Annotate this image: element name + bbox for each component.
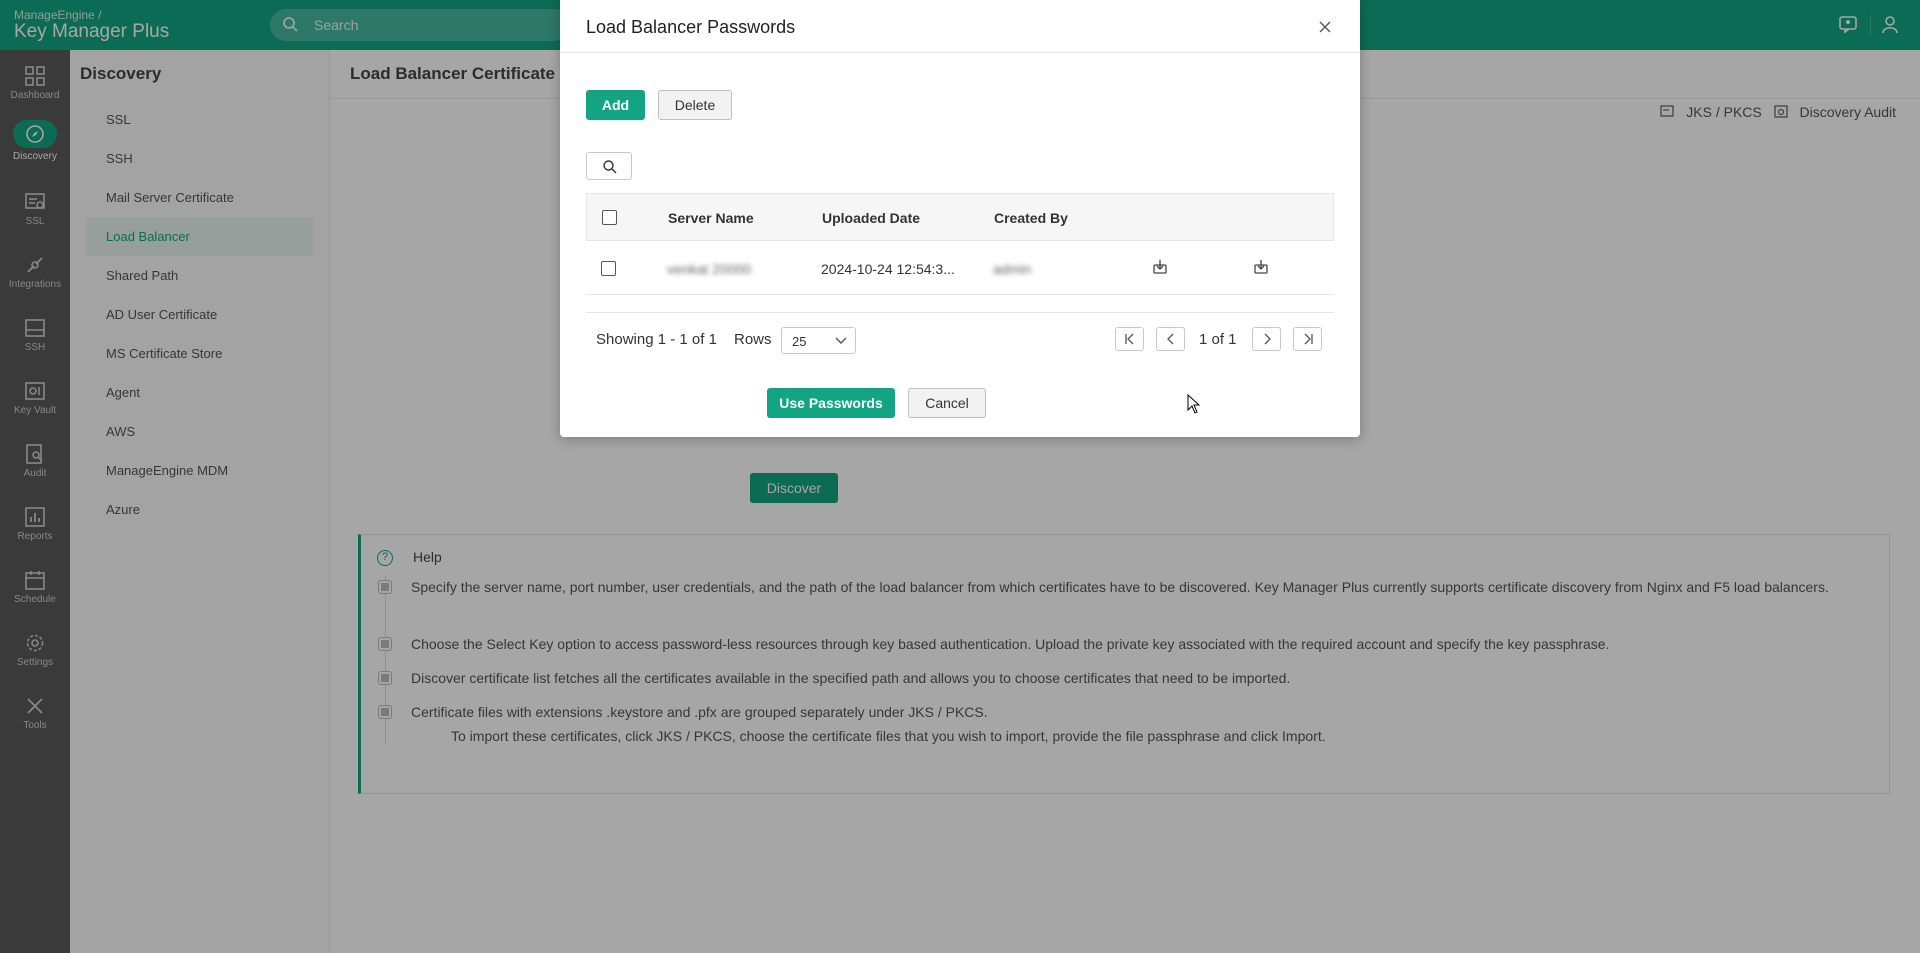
last-page-icon [1304,333,1313,345]
uploaded-date-cell: 2024-10-24 12:54:3... [821,261,955,277]
dialog-header: Load Balancer Passwords [560,0,1360,53]
select-all-checkbox[interactable] [602,210,617,225]
rows-label: Rows [734,331,772,348]
add-button[interactable]: Add [586,90,645,120]
table-footer-divider [586,312,1334,313]
server-name-cell: venkat 20000 [667,261,752,277]
last-page-button[interactable] [1293,327,1322,351]
row-checkbox[interactable] [601,261,616,276]
page-indicator: 1 of 1 [1199,331,1237,348]
created-by-cell: admin [993,261,1032,277]
first-page-button[interactable] [1115,327,1144,351]
passwords-table: Server Name Uploaded Date Created By ven… [586,193,1334,295]
search-icon [603,160,617,174]
rows-per-page-value: 25 [792,334,807,349]
column-server-name[interactable]: Server Name [668,210,754,226]
column-uploaded-date[interactable]: Uploaded Date [822,210,920,226]
previous-page-button[interactable] [1156,327,1185,351]
delete-button[interactable]: Delete [658,90,732,120]
chevron-right-icon [1264,333,1271,345]
table-header: Server Name Uploaded Date Created By [586,193,1334,241]
table-row: venkat 20000 2024-10-24 12:54:3... admin [586,241,1334,295]
cancel-button[interactable]: Cancel [908,388,986,418]
mouse-cursor-icon [1187,393,1201,419]
use-passwords-button[interactable]: Use Passwords [767,388,895,418]
download-icon[interactable] [1253,259,1269,275]
chevron-left-icon [1167,333,1174,345]
showing-count: Showing 1 - 1 of 1 [596,331,717,348]
load-balancer-passwords-dialog: Load Balancer Passwords Add Delete Serve… [560,0,1360,437]
next-page-button[interactable] [1252,327,1281,351]
rows-per-page-select[interactable]: 25 [781,327,856,354]
first-page-icon [1125,333,1134,345]
column-created-by[interactable]: Created By [994,210,1068,226]
chevron-down-icon [835,337,847,344]
dialog-title: Load Balancer Passwords [586,17,796,37]
download-icon[interactable] [1152,259,1168,275]
close-icon[interactable] [1318,20,1332,34]
table-search-button[interactable] [586,152,632,180]
